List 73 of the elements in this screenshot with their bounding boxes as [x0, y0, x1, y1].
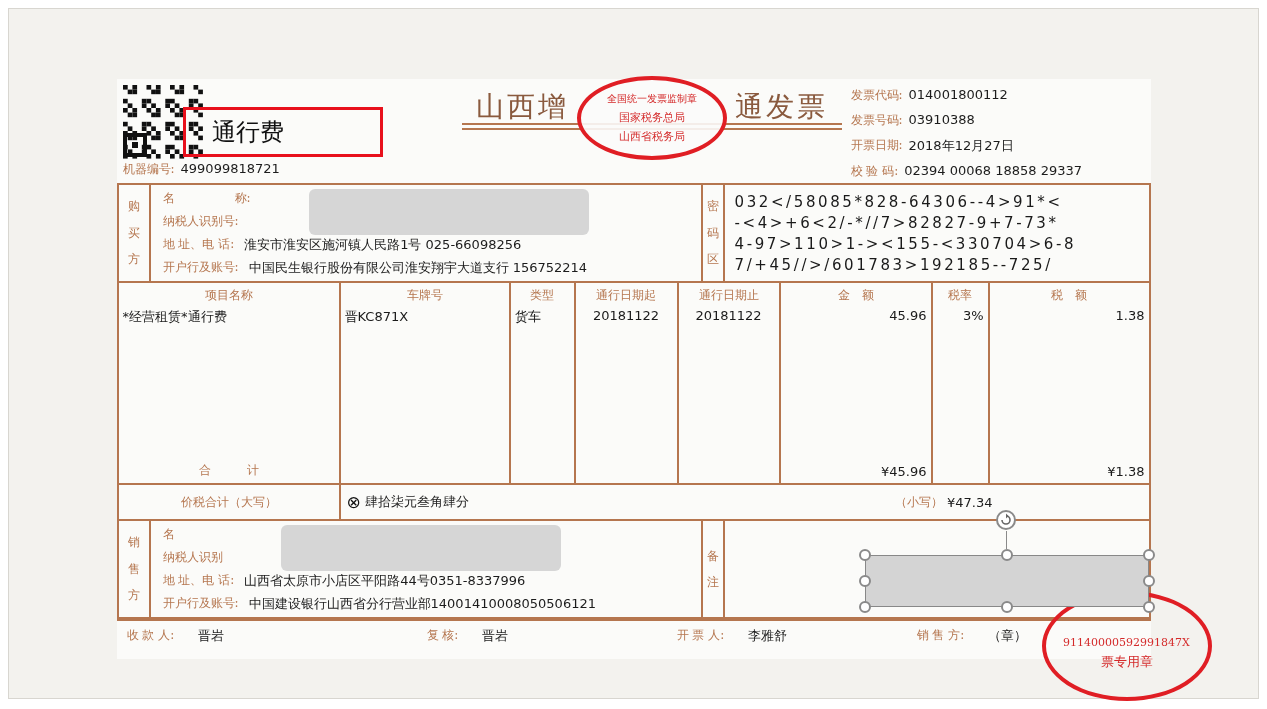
- small-amount: ¥47.34: [947, 494, 993, 510]
- field-value: 中国民生银行股份有限公司淮安翔宇大道支行 156752214: [248, 258, 588, 277]
- column-header: 车牌号: [405, 287, 444, 304]
- footer-value: 晋岩: [198, 627, 225, 645]
- total-amount: ¥45.96: [880, 464, 927, 479]
- highlighted-note: 通行费: [182, 107, 383, 157]
- field-label: 开户行及账号:: [162, 259, 239, 276]
- footer-value: 李雅舒: [748, 627, 788, 645]
- field-label: 名: [162, 526, 175, 543]
- column-header: 通行日期起: [595, 287, 657, 304]
- table-cell-text: 3%: [961, 308, 984, 323]
- field-label: 名 称:: [162, 190, 251, 207]
- side-label: 销售方: [127, 534, 140, 605]
- meta-value: 02394 00068 18858 29337: [904, 163, 1082, 180]
- field-label: 纳税人识别号:: [162, 213, 239, 230]
- side-label: 密码区: [706, 198, 719, 269]
- meta-value: 03910388: [908, 112, 975, 129]
- cipher-text: -<4>+6<2/-*//7>82827-9+7-73*: [734, 213, 1060, 232]
- resize-handle[interactable]: [858, 601, 871, 613]
- field-label: 地 址、电 话:: [162, 572, 235, 589]
- machine-number: 499099818721: [180, 161, 280, 178]
- footer-label: 收 款 人:: [126, 627, 175, 644]
- amount-in-words: 肆拾柒元叁角肆分: [364, 493, 469, 511]
- footer-label: 复 核:: [426, 627, 459, 644]
- meta-value: 014001800112: [908, 87, 1008, 104]
- footer-label: 销 售 方:: [916, 627, 965, 644]
- meta-label: 开票日期:: [850, 137, 903, 154]
- column-header: 金 额: [836, 287, 875, 304]
- column-header: 类型: [529, 287, 555, 304]
- total-label: 合 计: [197, 462, 260, 479]
- small-amount-label: （小写）: [895, 493, 943, 511]
- resize-handle[interactable]: [858, 549, 871, 561]
- resize-handle[interactable]: [1142, 549, 1155, 561]
- cipher-text: 032</58085*828-64306--4>91*<: [734, 192, 1064, 211]
- field-value: 山西省太原市小店区平阳路44号0351-8337996: [244, 571, 526, 590]
- resize-handle[interactable]: [858, 575, 871, 587]
- invoice-title: 通发票: [734, 89, 828, 125]
- field-label: 地 址、电 话:: [162, 236, 235, 253]
- table-cell-text: *经营租赁*通行费: [122, 308, 228, 326]
- column-header: 项目名称: [203, 287, 254, 304]
- resize-handle[interactable]: [1000, 549, 1013, 561]
- field-label: 开户行及账号:: [162, 595, 239, 612]
- selected-shape[interactable]: [864, 555, 1149, 607]
- cipher-text: 4-97>110>1-><155-<330704>6-8: [734, 234, 1078, 253]
- table-cell-text: 晋KC871X: [344, 308, 410, 326]
- footer-label: 开 票 人:: [676, 627, 725, 644]
- total-tax: ¥1.38: [1106, 464, 1145, 479]
- cross-circle-icon: ⊗: [346, 492, 361, 512]
- column-header: 税 额: [1050, 287, 1088, 304]
- cipher-text: 7/+45//>/601783>192185--725/: [734, 255, 1054, 274]
- table-cell-text: 20181122: [694, 308, 763, 323]
- field-label: 纳税人识别: [162, 549, 223, 566]
- column-header: 通行日期止: [697, 287, 760, 304]
- meta-label: 发票代码:: [850, 87, 903, 104]
- side-label: 备注: [706, 547, 719, 591]
- table-cell-text: 20181122: [591, 308, 661, 323]
- field-value: 淮安市淮安区施河镇人民路1号 025-66098256: [244, 235, 522, 254]
- rotate-handle-icon[interactable]: [994, 509, 1017, 531]
- column-header: 税率: [947, 287, 973, 304]
- meta-label: 发票号码:: [850, 112, 903, 129]
- field-value: 中国建设银行山西省分行营业部14001410008050506121: [248, 594, 596, 613]
- footer-value: 晋岩: [482, 627, 509, 645]
- meta-label: 校 验 码:: [850, 163, 899, 180]
- table-cell-text: 45.96: [888, 308, 927, 323]
- grand-total-label: 价税合计（大写）: [180, 493, 277, 511]
- table-cell-text: 1.38: [1114, 308, 1145, 323]
- table-cell-text: 货车: [514, 308, 542, 326]
- invoice-title: 山西增: [475, 89, 569, 125]
- machine-number-label: 机器编号:: [122, 161, 175, 178]
- meta-value: 2018年12月27日: [908, 137, 1014, 155]
- footer-value: （章）: [988, 627, 1028, 645]
- official-seal: 全国统一发票监制章 国家税务总局 山西省税务局: [576, 76, 727, 160]
- side-label: 购买方: [127, 198, 140, 269]
